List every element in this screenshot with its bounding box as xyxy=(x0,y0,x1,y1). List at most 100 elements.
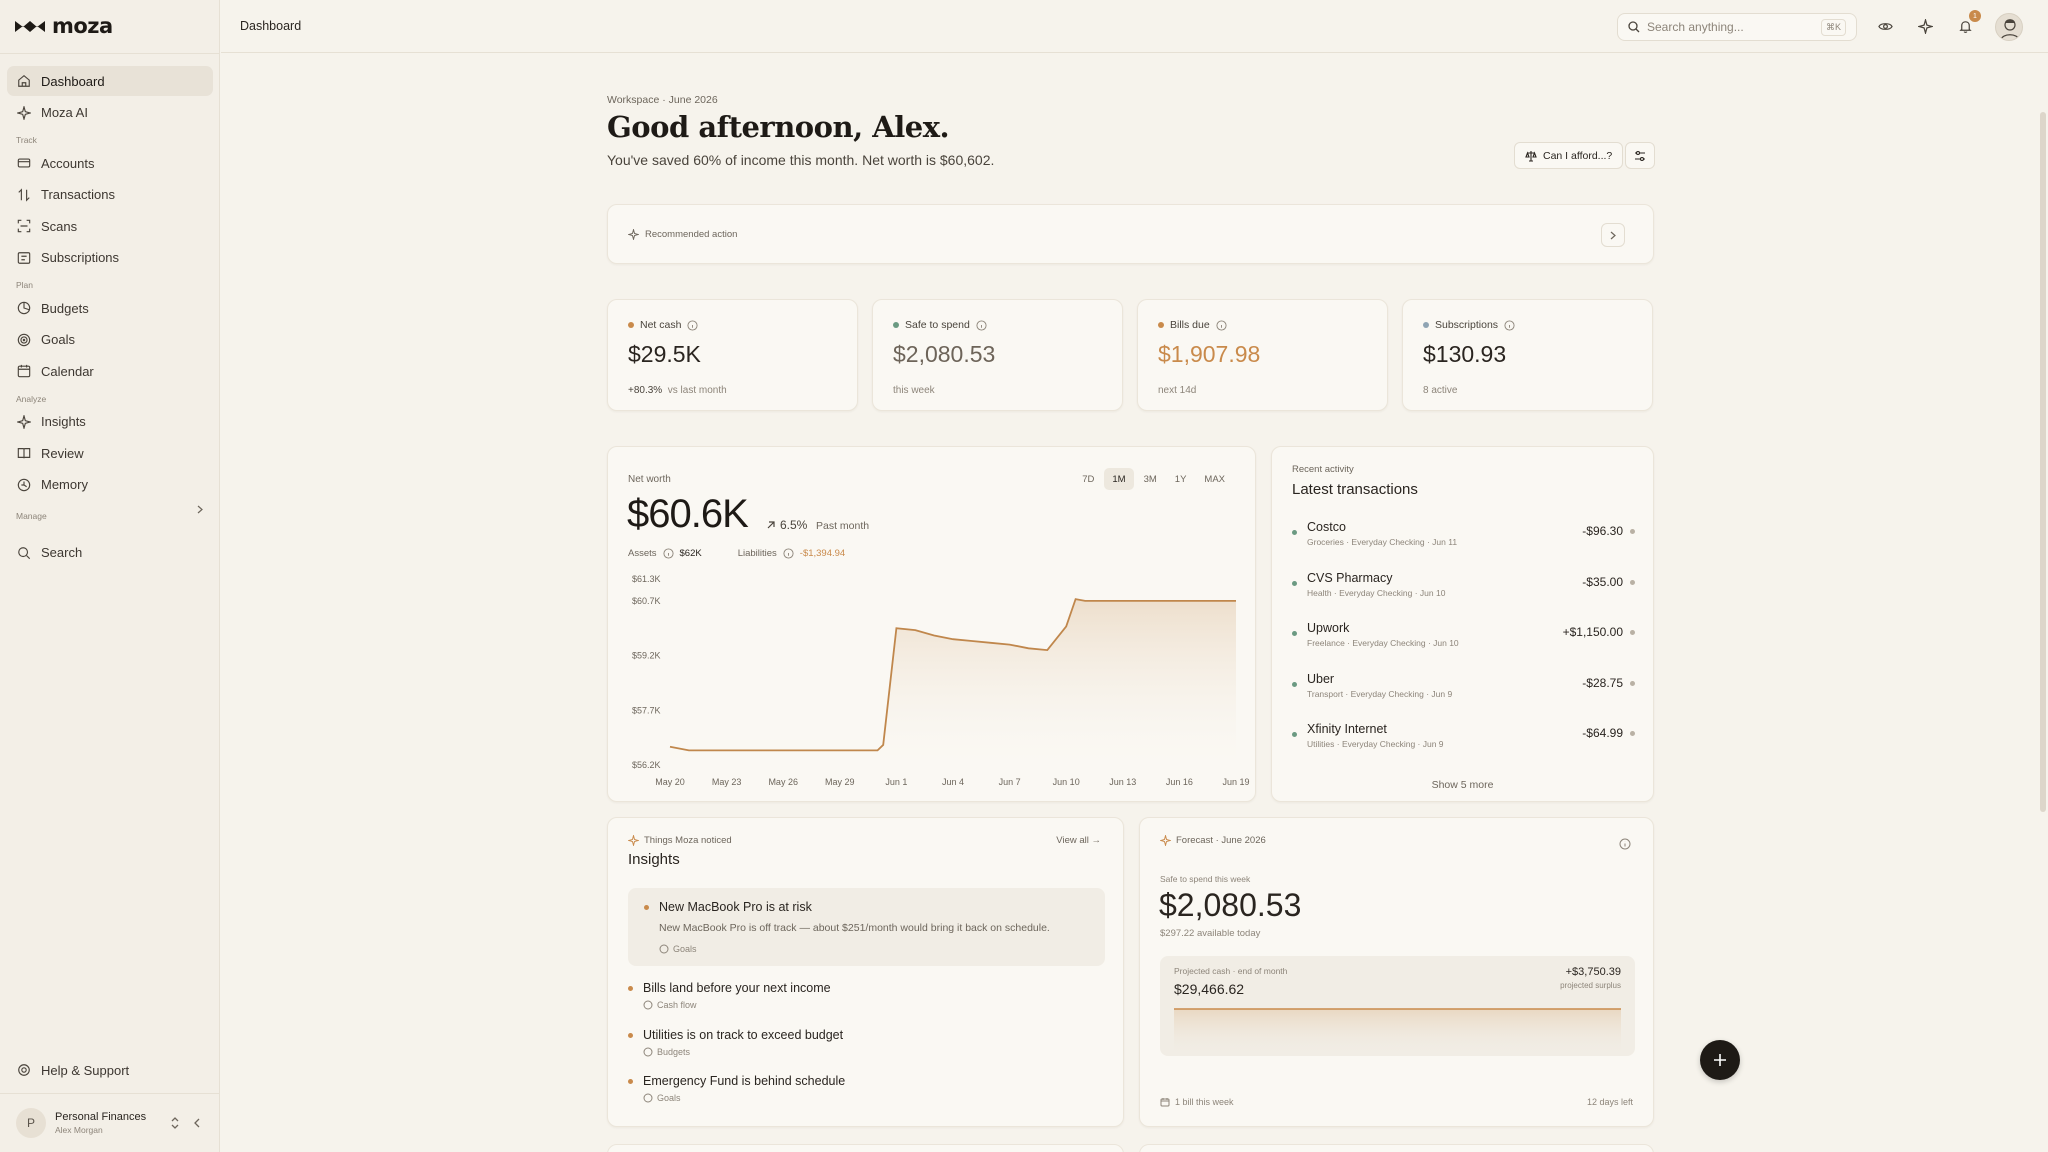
x-tick-label: May 23 xyxy=(712,777,742,787)
forecast-value: $2,080.53 xyxy=(1159,887,1302,923)
x-tick-label: May 26 xyxy=(768,777,798,787)
app-logo[interactable]: moza xyxy=(14,14,113,38)
forecast-label: Forecast · June 2026 xyxy=(1176,835,1266,846)
calendar-icon xyxy=(17,364,31,378)
sidebar-item-search[interactable]: Search xyxy=(7,538,213,568)
stat-card-net-cash[interactable]: Net cash $29.5K +80.3% vs last month xyxy=(607,299,858,411)
info-icon[interactable] xyxy=(687,319,698,331)
page-subtitle: You've saved 60% of income this month. N… xyxy=(607,152,995,168)
stat-change: +80.3% xyxy=(628,385,663,396)
transaction-merchant: Costco xyxy=(1307,520,1346,534)
y-tick-label: $57.7K xyxy=(632,705,661,715)
workspace-expand-button[interactable] xyxy=(164,1112,186,1134)
sidebar-item-scans[interactable]: Scans xyxy=(7,211,213,241)
info-icon[interactable] xyxy=(1216,319,1227,331)
search-input[interactable] xyxy=(1647,20,1817,34)
add-button[interactable] xyxy=(1700,1040,1740,1080)
transaction-row[interactable]: Uber Transport · Everyday Checking · Jun… xyxy=(1292,672,1635,716)
sidebar-item-label: Subscriptions xyxy=(41,250,120,265)
stat-label: Net cash xyxy=(640,319,682,331)
transaction-row[interactable]: Xfinity Internet Utilities · Everyday Ch… xyxy=(1292,722,1635,766)
sidebar-item-label: Accounts xyxy=(41,155,95,171)
transaction-row[interactable]: Costco Groceries · Everyday Checking · J… xyxy=(1292,520,1635,564)
page-title: Good afternoon, Alex. xyxy=(607,110,950,144)
x-tick-label: May 20 xyxy=(655,777,685,787)
stat-dot xyxy=(628,322,634,328)
bell-icon xyxy=(1958,20,1972,33)
stat-foot-text: this week xyxy=(893,385,935,396)
sidebar-item-calendar[interactable]: Calendar xyxy=(7,356,213,386)
info-icon[interactable] xyxy=(1504,319,1515,331)
info-icon[interactable] xyxy=(976,319,987,331)
stat-card-subscriptions[interactable]: Subscriptions $130.93 8 active xyxy=(1402,299,1653,411)
calendar-icon xyxy=(1160,1098,1170,1107)
workspace-avatar: P xyxy=(16,1108,46,1138)
customize-button[interactable] xyxy=(1625,142,1655,169)
sparkle-icon xyxy=(628,835,639,846)
sidebar-item-dashboard[interactable]: Dashboard xyxy=(7,66,213,96)
manage-section-toggle[interactable]: Manage xyxy=(7,505,213,524)
notifications-button[interactable]: 1 xyxy=(1955,10,1981,36)
insight-dot xyxy=(644,905,649,910)
show-more-button[interactable]: Show 5 more xyxy=(1272,779,1653,791)
sidebar-item-moza-ai[interactable]: Moza AI xyxy=(7,98,213,128)
sidebar-item-goals[interactable]: Goals xyxy=(7,325,213,355)
insights-view-all-link[interactable]: View all → xyxy=(1056,835,1101,846)
nav-group-label: Plan xyxy=(16,280,34,290)
info-icon[interactable] xyxy=(1619,838,1631,850)
transaction-row[interactable]: CVS Pharmacy Health · Everyday Checking … xyxy=(1292,571,1635,615)
stat-value: $130.93 xyxy=(1423,341,1507,367)
insight-dot xyxy=(628,986,633,991)
forecast-caption: Safe to spend this week xyxy=(1160,874,1251,884)
stat-foot-text: next 14d xyxy=(1158,385,1197,396)
book-icon xyxy=(17,448,31,459)
sidebar: moza Dashboard Moza AI Track Accounts Transa… xyxy=(0,0,220,1152)
sidebar-item-memory[interactable]: Memory xyxy=(7,470,213,500)
y-tick-label: $56.2K xyxy=(632,760,661,770)
sparkle-icon xyxy=(1160,835,1171,846)
can-i-afford-button[interactable]: Can I afford...? xyxy=(1514,142,1624,169)
x-tick-label: Jun 19 xyxy=(1222,777,1249,787)
help-support-link[interactable]: Help & Support xyxy=(7,1055,213,1085)
sparkle-icon xyxy=(17,105,31,120)
transaction-row[interactable]: Upwork Freelance · Everyday Checking · J… xyxy=(1292,621,1635,665)
stat-label: Bills due xyxy=(1170,319,1210,331)
sidebar-item-label: Insights xyxy=(41,414,86,429)
recommended-action-open-button[interactable] xyxy=(1601,223,1625,247)
sidebar-item-review[interactable]: Review xyxy=(7,438,213,468)
sidebar-item-insights[interactable]: Insights xyxy=(7,407,213,437)
insight-title: Utilities is on track to exceed budget xyxy=(643,1028,844,1042)
sidebar-item-label: Calendar xyxy=(41,363,94,379)
main-scrollbar[interactable] xyxy=(2040,112,2046,812)
category-dot xyxy=(1292,631,1297,636)
stat-card-bills-due[interactable]: Bills due $1,907.98 next 14d xyxy=(1137,299,1388,411)
insight-title: Emergency Fund is behind schedule xyxy=(643,1074,846,1088)
x-tick-label: Jun 16 xyxy=(1166,777,1193,787)
repeat-icon xyxy=(17,251,31,264)
recommended-action-card[interactable]: Recommended action xyxy=(607,204,1654,264)
next-card-right xyxy=(1139,1144,1654,1152)
sidebar-item-subscriptions[interactable]: Subscriptions xyxy=(7,243,213,273)
forecast-days-left: 12 days left xyxy=(1586,1097,1633,1107)
search-shortcut: ⌘K xyxy=(1820,19,1846,36)
memory-icon xyxy=(17,478,31,491)
insights-title: Insights xyxy=(628,851,680,868)
forecast-available: $297.22 available today xyxy=(1160,928,1261,939)
moza-ai-button[interactable] xyxy=(1915,16,1935,36)
sparkle-icon xyxy=(1917,18,1933,34)
y-tick-label: $60.7K xyxy=(632,596,661,606)
sidebar-item-transactions[interactable]: Transactions xyxy=(7,180,213,210)
sidebar-item-budgets[interactable]: Budgets xyxy=(7,293,213,323)
user-avatar[interactable] xyxy=(1995,13,2023,41)
sidebar-item-accounts[interactable]: Accounts xyxy=(7,148,213,178)
workspace-switcher[interactable]: P Personal Finances Alex Morgan xyxy=(16,1107,208,1139)
privacy-toggle-button[interactable] xyxy=(1875,16,1895,36)
next-card-left xyxy=(607,1144,1124,1152)
stat-card-safe-to-spend[interactable]: Safe to spend $2,080.53 this week xyxy=(872,299,1123,411)
main-content: Workspace · June 2026 Good afternoon, Al… xyxy=(221,54,2048,1152)
stat-foot-text: 8 active xyxy=(1423,385,1458,396)
global-search[interactable]: ⌘K xyxy=(1617,13,1857,41)
category-dot xyxy=(1292,732,1297,737)
collapse-sidebar-button[interactable] xyxy=(186,1112,208,1134)
transaction-meta: Groceries · Everyday Checking · Jun 11 xyxy=(1307,537,1458,547)
